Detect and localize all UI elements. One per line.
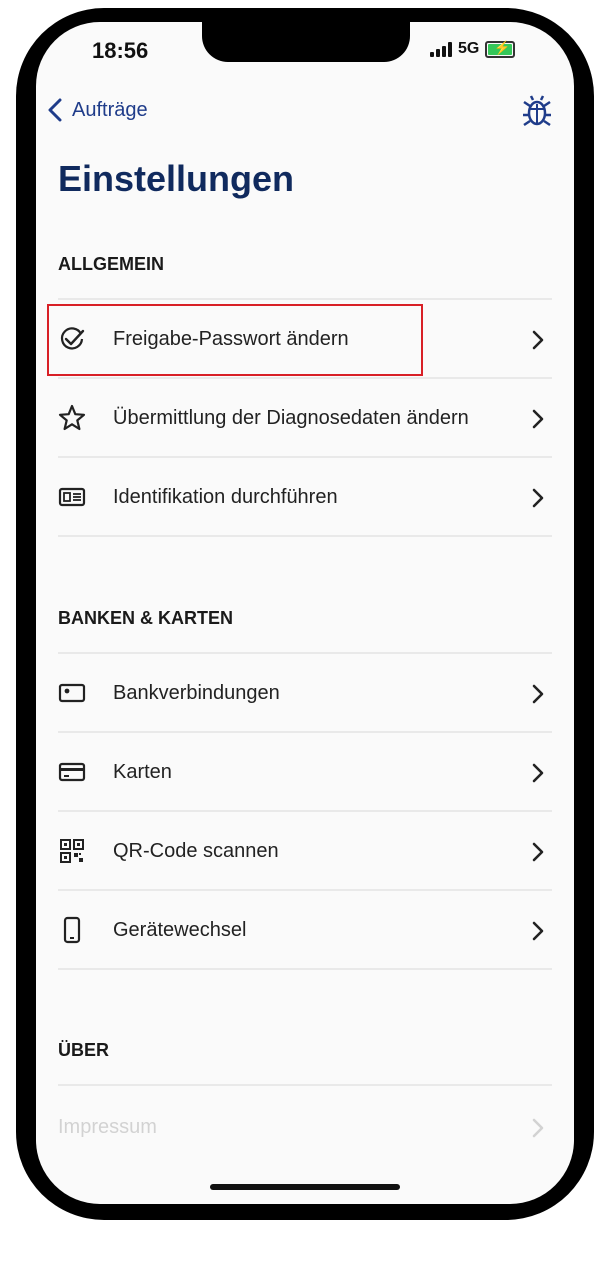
- credit-card-icon: [58, 762, 86, 782]
- settings-row-karten[interactable]: Karten: [58, 733, 552, 811]
- settings-row-label: Übermittlung der Diagnosedaten ändern: [113, 407, 469, 429]
- status-time: 18:56: [92, 38, 149, 63]
- settings-row-identifikation[interactable]: Identifikation durchführen: [58, 458, 552, 536]
- battery-icon: ⚡: [485, 40, 516, 58]
- network-type: 5G: [458, 40, 480, 57]
- chevron-right-icon: [532, 763, 544, 783]
- settings-row-label: Karten: [113, 761, 172, 783]
- chevron-left-icon: [48, 98, 62, 122]
- chevron-right-icon: [532, 488, 544, 508]
- chevron-right-icon: [532, 921, 544, 941]
- star-icon: [58, 404, 86, 431]
- settings-row-label: Bankverbindungen: [113, 682, 280, 704]
- back-label: Aufträge: [72, 98, 148, 121]
- chevron-right-icon: [532, 409, 544, 429]
- chevron-right-icon: [532, 330, 544, 350]
- back-button[interactable]: Aufträge: [48, 98, 148, 122]
- divider: [58, 1084, 552, 1086]
- phone-device-icon: [63, 916, 81, 944]
- bug-report-button[interactable]: [522, 94, 552, 133]
- settings-row-label: QR-Code scannen: [113, 840, 279, 862]
- chevron-right-icon: [532, 684, 544, 704]
- settings-row-impressum[interactable]: Impressum: [58, 1088, 552, 1166]
- status-icons: 5G ⚡: [430, 40, 516, 58]
- settings-row-geraetewechsel[interactable]: Gerätewechsel: [58, 891, 552, 969]
- section-header-allgemein: ALLGEMEIN: [58, 254, 164, 274]
- id-card-icon: [58, 487, 86, 507]
- divider: [58, 535, 552, 537]
- divider: [58, 968, 552, 970]
- notch: [202, 8, 410, 62]
- bank-account-icon: [58, 683, 86, 703]
- signal-icon: [430, 41, 452, 57]
- bug-icon: [523, 95, 551, 127]
- qr-code-icon: [60, 839, 84, 863]
- settings-row-qr-code[interactable]: QR-Code scannen: [58, 812, 552, 890]
- chevron-right-icon: [532, 1118, 544, 1138]
- home-indicator[interactable]: [210, 1184, 400, 1190]
- settings-row-label: Identifikation durchführen: [113, 486, 338, 508]
- chevron-right-icon: [532, 842, 544, 862]
- settings-row-bankverbindungen[interactable]: Bankverbindungen: [58, 654, 552, 732]
- highlight-box: [47, 304, 423, 376]
- settings-row-label: Impressum: [58, 1116, 157, 1138]
- settings-row-label: Gerätewechsel: [113, 919, 247, 941]
- section-header-banken-karten: BANKEN & KARTEN: [58, 608, 233, 628]
- settings-row-diagnosedaten[interactable]: Übermittlung der Diagnosedaten ändern: [58, 379, 552, 457]
- page-title: Einstellungen: [58, 158, 295, 199]
- section-header-ueber: ÜBER: [58, 1040, 110, 1060]
